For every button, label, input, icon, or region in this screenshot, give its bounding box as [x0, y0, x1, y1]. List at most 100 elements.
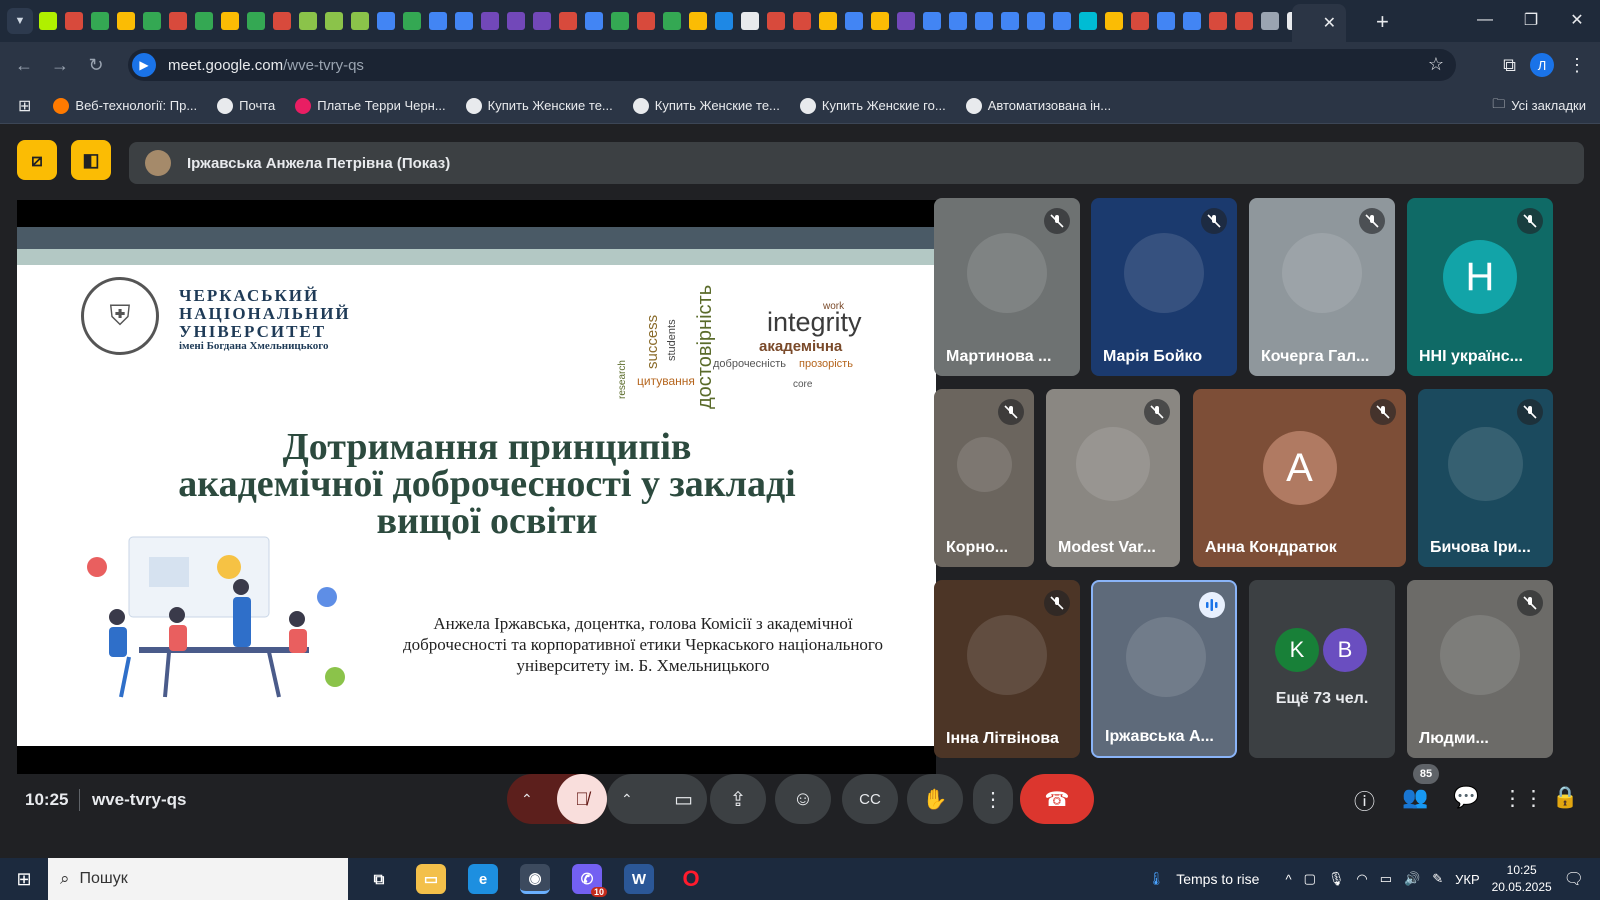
taskbar-search[interactable]: ⌕ Пошук: [48, 858, 348, 900]
layout-button[interactable]: ◧: [71, 140, 111, 180]
more-participants-tile[interactable]: K B Ещё 73 чел.: [1249, 580, 1395, 758]
bookmark-item[interactable]: Купить Женские те...: [632, 97, 780, 114]
tab-favicon-icon[interactable]: [1131, 12, 1149, 30]
tab-favicon-icon[interactable]: [195, 12, 213, 30]
leave-call-button[interactable]: ☎: [1020, 774, 1094, 824]
participant-tile[interactable]: Modest Var...: [1046, 389, 1180, 567]
tab-favicon-icon[interactable]: [1157, 12, 1175, 30]
bookmark-item[interactable]: Купить Женские го...: [799, 97, 946, 114]
raise-hand-button[interactable]: ✋: [907, 774, 963, 824]
bookmark-star-icon[interactable]: ☆: [1428, 54, 1444, 75]
participant-tile[interactable]: Н ННІ українс...: [1407, 198, 1553, 376]
tab-favicon-icon[interactable]: [767, 12, 785, 30]
tab-favicon-icon[interactable]: [221, 12, 239, 30]
tab-favicon-icon[interactable]: [845, 12, 863, 30]
tab-favicon-icon[interactable]: [273, 12, 291, 30]
participant-tile[interactable]: А Анна Кондратюк: [1193, 389, 1406, 567]
hide-presentation-button[interactable]: ⧄: [17, 140, 57, 180]
tab-favicon-icon[interactable]: [377, 12, 395, 30]
present-screen-button[interactable]: ⇪: [710, 774, 766, 824]
activities-icon[interactable]: ⋮⋮: [1502, 786, 1544, 811]
participant-tile[interactable]: Марія Бойко: [1091, 198, 1237, 376]
tab-favicon-icon[interactable]: [39, 12, 57, 30]
bookmark-item[interactable]: Автоматизована ін...: [965, 97, 1111, 114]
close-window-button[interactable]: ✕: [1554, 0, 1600, 40]
tray-clock[interactable]: 10:25 20.05.2025: [1492, 862, 1552, 896]
people-icon[interactable]: 👥: [1402, 786, 1428, 810]
participant-tile[interactable]: Кочерга Гал...: [1249, 198, 1395, 376]
tab-favicon-icon[interactable]: [1105, 12, 1123, 30]
participant-tile[interactable]: Іржавська А...: [1091, 580, 1237, 758]
tab-favicon-icon[interactable]: [819, 12, 837, 30]
presentation-stage[interactable]: ⛨ ЧЕРКАСЬКИЙ НАЦІОНАЛЬНИЙ УНІВЕРСИТЕТ ім…: [17, 200, 936, 774]
tab-favicon-icon[interactable]: [247, 12, 265, 30]
volume-icon[interactable]: 🔊: [1404, 871, 1420, 887]
pen-icon[interactable]: ✎: [1432, 871, 1443, 887]
mic-off-button[interactable]: 🎙̸: [557, 774, 607, 824]
participant-tile[interactable]: Людми...: [1407, 580, 1553, 758]
word-icon[interactable]: W: [624, 864, 654, 894]
participant-tile[interactable]: Мартинова ...: [934, 198, 1080, 376]
network-icon[interactable]: ◠: [1356, 871, 1367, 887]
language-indicator[interactable]: УКР: [1455, 872, 1480, 887]
weather-text[interactable]: Temps to rise: [1176, 871, 1259, 887]
apps-grid-icon[interactable]: ⊞: [18, 96, 31, 116]
close-tab-icon[interactable]: ✕: [1323, 13, 1336, 33]
tab-favicon-icon[interactable]: [689, 12, 707, 30]
tray-chevron-icon[interactable]: ^: [1285, 872, 1291, 887]
camera-tray-icon[interactable]: ▢: [1304, 871, 1316, 887]
notifications-icon[interactable]: 🗨: [1564, 869, 1584, 889]
camera-button[interactable]: ▭: [674, 787, 693, 812]
participant-tile[interactable]: Інна Літвінова: [934, 580, 1080, 758]
tab-favicon-icon[interactable]: [1027, 12, 1045, 30]
tab-favicon-icon[interactable]: [533, 12, 551, 30]
captions-button[interactable]: CC: [842, 774, 898, 824]
edge-icon[interactable]: e: [468, 864, 498, 894]
bookmark-item[interactable]: Почта: [217, 97, 275, 114]
tab-favicon-icon[interactable]: [1079, 12, 1097, 30]
chrome-icon[interactable]: ◉: [520, 864, 550, 894]
meet-site-icon[interactable]: ▶: [132, 53, 156, 77]
tab-favicon-icon[interactable]: [299, 12, 317, 30]
tab-search-button[interactable]: ▼: [7, 8, 33, 34]
file-explorer-icon[interactable]: ▭: [416, 864, 446, 894]
tab-favicon-icon[interactable]: [1183, 12, 1201, 30]
bookmark-item[interactable]: Купить Женские те...: [465, 97, 613, 114]
tab-favicon-icon[interactable]: [1001, 12, 1019, 30]
reactions-button[interactable]: ☺: [775, 774, 831, 824]
viber-icon[interactable]: ✆ 10: [572, 864, 607, 897]
tab-favicon-icon[interactable]: [871, 12, 889, 30]
tab-favicon-icon[interactable]: [403, 12, 421, 30]
tab-favicon-icon[interactable]: [559, 12, 577, 30]
tab-favicon-icon[interactable]: [585, 12, 603, 30]
tab-favicon-icon[interactable]: [481, 12, 499, 30]
task-view-icon[interactable]: ⧉: [364, 864, 394, 894]
battery-icon[interactable]: ▭: [1380, 871, 1392, 887]
minimize-button[interactable]: —: [1462, 0, 1508, 40]
tab-favicon-icon[interactable]: [507, 12, 525, 30]
tab-favicon-icon[interactable]: [949, 12, 967, 30]
start-button[interactable]: ⊞: [0, 869, 48, 890]
audio-options-chevron-icon[interactable]: ⌃: [521, 791, 533, 808]
tab-favicon-icon[interactable]: [91, 12, 109, 30]
tab-favicon-icon[interactable]: [1053, 12, 1071, 30]
tab-favicon-icon[interactable]: [975, 12, 993, 30]
tab-favicon-icon[interactable]: [897, 12, 915, 30]
tab-favicon-icon[interactable]: [117, 12, 135, 30]
bookmark-item[interactable]: Веб-технології: Пр...: [53, 97, 197, 114]
tab-favicon-icon[interactable]: [611, 12, 629, 30]
tab-favicon-icon[interactable]: [65, 12, 83, 30]
tab-favicon-icon[interactable]: [1209, 12, 1227, 30]
chat-icon[interactable]: 💬: [1453, 786, 1479, 810]
all-bookmarks[interactable]: 🗀 Усі закладки: [1492, 95, 1586, 117]
tab-favicon-icon[interactable]: [637, 12, 655, 30]
reload-button[interactable]: ↻: [78, 55, 114, 76]
tab-favicon-icon[interactable]: [793, 12, 811, 30]
tab-favicon-icon[interactable]: [1235, 12, 1253, 30]
forward-button[interactable]: →: [42, 55, 78, 76]
back-button[interactable]: ←: [6, 55, 42, 76]
restore-button[interactable]: ❐: [1508, 0, 1554, 40]
tab-favicon-icon[interactable]: [923, 12, 941, 30]
more-options-button[interactable]: ⋮: [973, 774, 1013, 824]
tab-favicon-icon[interactable]: [351, 12, 369, 30]
